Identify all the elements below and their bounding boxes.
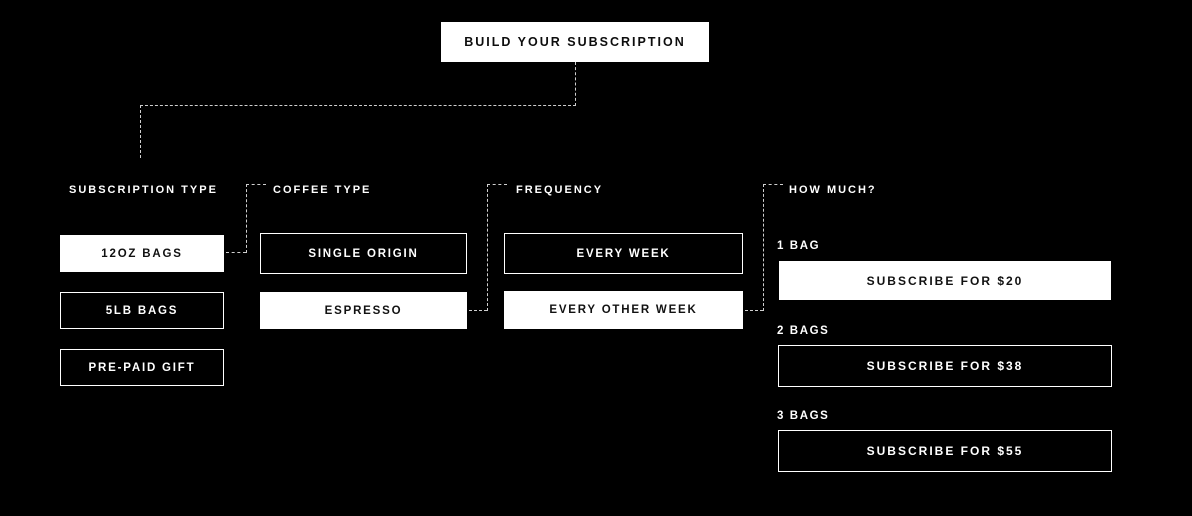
connector-frequency-up [763, 184, 764, 311]
quantity-label-1-bag: 1 BAG [777, 240, 821, 252]
page-title: BUILD YOUR SUBSCRIPTION [441, 22, 709, 62]
column-label-frequency: FREQUENCY [516, 184, 604, 196]
connector-type-up [246, 184, 247, 253]
option-pre-paid-gift[interactable]: PRE-PAID GIFT [60, 349, 224, 386]
subscribe-button-1-bag[interactable]: SUBSCRIBE FOR $20 [779, 261, 1111, 300]
option-5lb-bags[interactable]: 5LB BAGS [60, 292, 224, 329]
column-label-coffee-type: COFFEE TYPE [273, 184, 372, 196]
quantity-label-3-bags: 3 BAGS [777, 410, 830, 422]
subscription-builder: BUILD YOUR SUBSCRIPTION SUBSCRIPTION TYP… [0, 0, 1192, 516]
option-every-other-week[interactable]: EVERY OTHER WEEK [504, 291, 743, 329]
connector-coffee-to-frequency-label [487, 184, 507, 185]
connector-type-to-coffee-label [246, 184, 266, 185]
option-every-week[interactable]: EVERY WEEK [504, 233, 743, 274]
quantity-label-2-bags: 2 BAGS [777, 325, 830, 337]
subscribe-button-2-bags[interactable]: SUBSCRIBE FOR $38 [778, 345, 1112, 387]
option-single-origin[interactable]: SINGLE ORIGIN [260, 233, 467, 274]
subscribe-button-3-bags[interactable]: SUBSCRIBE FOR $55 [778, 430, 1112, 472]
option-12oz-bags[interactable]: 12OZ BAGS [60, 235, 224, 272]
connector-frequency-stub [745, 310, 763, 311]
connector-title-across [140, 105, 576, 106]
option-espresso[interactable]: ESPRESSO [260, 292, 467, 329]
column-label-subscription-type: SUBSCRIPTION TYPE [69, 184, 218, 196]
connector-title-to-column1 [140, 105, 141, 158]
connector-title-down [575, 62, 576, 106]
connector-frequency-to-howmuch-label [763, 184, 783, 185]
connector-coffee-up [487, 184, 488, 311]
connector-coffee-stub [469, 310, 487, 311]
column-label-how-much: HOW MUCH? [789, 184, 877, 196]
connector-type-stub [226, 252, 246, 253]
